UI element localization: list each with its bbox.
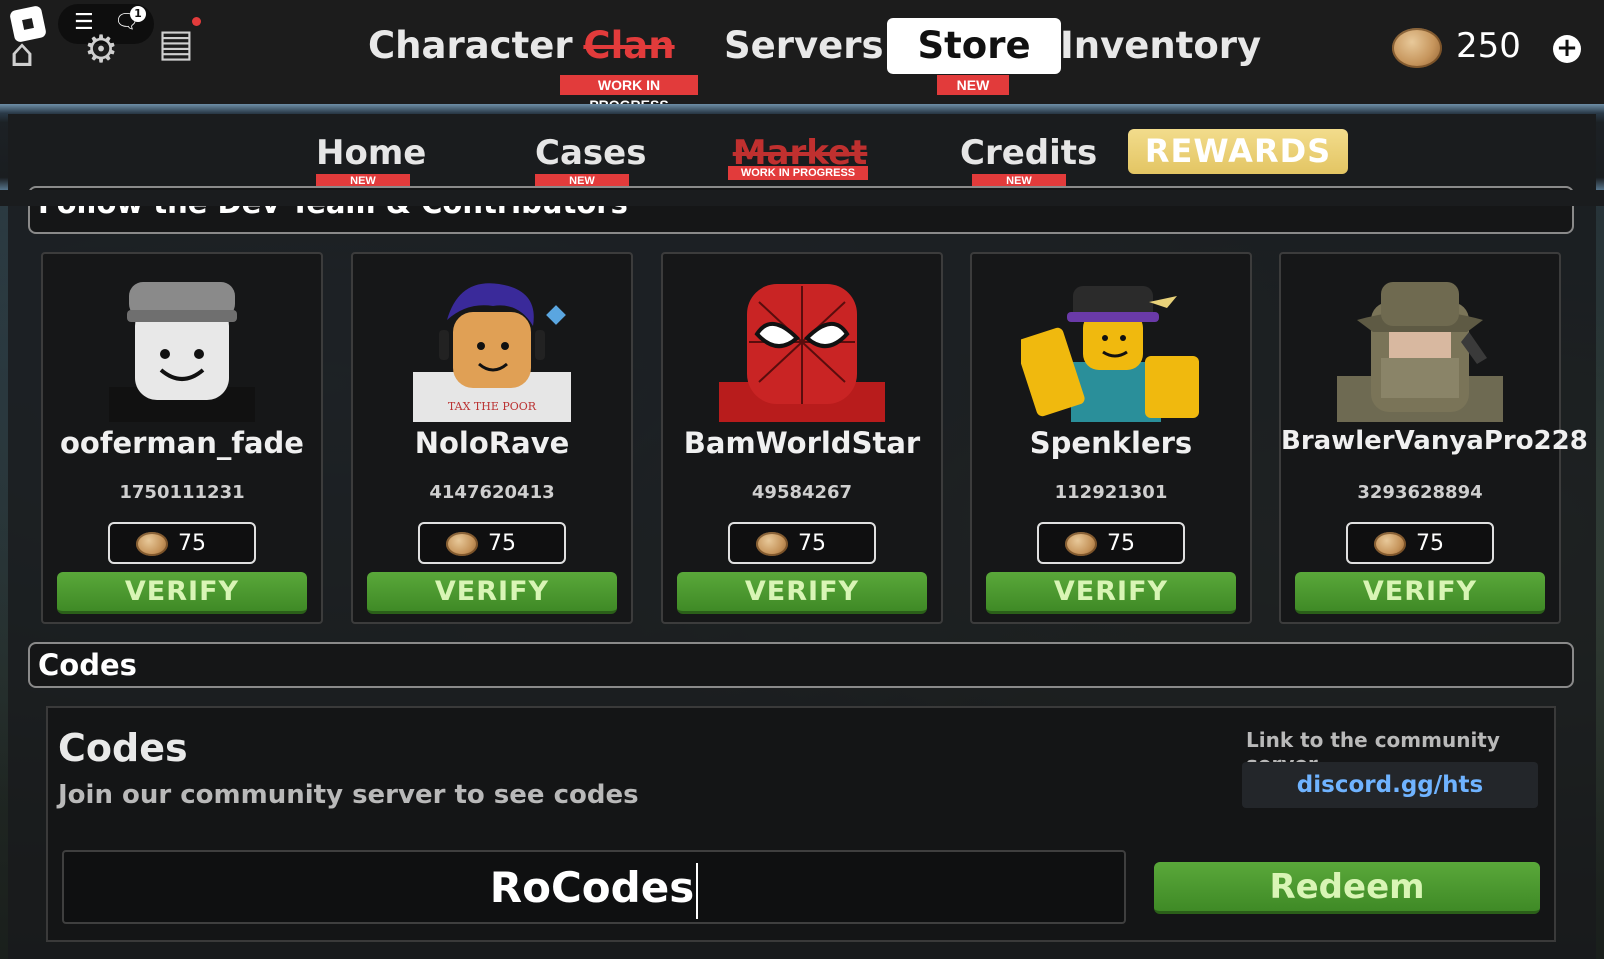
codes-title: Codes <box>58 726 188 770</box>
top-bar: ☰ 🗨 1 ⌂ ⚙ ▤ Character Clan WORK IN PROGR… <box>0 0 1604 113</box>
reward-value: 75 <box>488 531 516 556</box>
code-input-value: RoCodes <box>489 863 695 912</box>
reward-amount: 75 <box>108 522 256 564</box>
reward-amount: 75 <box>418 522 566 564</box>
text-caret <box>696 862 699 919</box>
reward-amount: 75 <box>1037 522 1185 564</box>
code-input[interactable]: RoCodes <box>62 850 1126 924</box>
contributor-card: TAX THE POOR NoloRave 4147620413 75 VERI… <box>351 252 633 624</box>
avatar <box>99 272 265 422</box>
reward-amount: 75 <box>1346 522 1494 564</box>
contributor-card: ooferman_fade 1750111231 75 VERIFY <box>41 252 323 624</box>
verify-button[interactable]: VERIFY <box>367 572 617 614</box>
reward-value: 75 <box>1416 531 1444 556</box>
add-coins-icon[interactable]: + <box>1553 35 1581 63</box>
contributor-name: Spenklers <box>1029 426 1193 460</box>
contributor-id: 1750111231 <box>119 482 245 503</box>
redeem-button[interactable]: Redeem <box>1154 862 1540 914</box>
contributor-card: BamWorldStar 49584267 75 VERIFY <box>661 252 943 624</box>
notification-badge: 1 <box>130 6 146 22</box>
contributor-name: NoloRave <box>414 426 570 460</box>
tab-clan[interactable]: Clan <box>560 18 698 74</box>
gear-icon[interactable]: ⚙ <box>84 30 118 68</box>
community-link[interactable]: discord.gg/hts <box>1242 762 1538 808</box>
subtab-rewards[interactable]: REWARDS <box>1128 129 1348 174</box>
contributor-card: Spenklers 112921301 75 VERIFY <box>970 252 1252 624</box>
notes-icon[interactable]: ▤ <box>158 24 194 62</box>
codes-subtitle: Join our community server to see codes <box>58 780 639 810</box>
contributor-id: 4147620413 <box>429 482 555 503</box>
coin-icon <box>446 532 478 556</box>
reward-value: 75 <box>1107 531 1135 556</box>
svg-text:TAX THE POOR: TAX THE POOR <box>448 400 537 413</box>
home-icon[interactable]: ⌂ <box>10 34 34 72</box>
avatar <box>1337 272 1503 422</box>
reward-amount: 75 <box>728 522 876 564</box>
market-wip-tag: WORK IN PROGRESS <box>728 166 868 180</box>
avatar <box>1021 272 1201 422</box>
reward-value: 75 <box>178 531 206 556</box>
verify-button[interactable]: VERIFY <box>1295 572 1545 614</box>
subtab-cases[interactable]: Cases <box>535 130 646 176</box>
reward-value: 75 <box>798 531 826 556</box>
codes-section-title: Codes <box>38 648 137 682</box>
tab-servers[interactable]: Servers <box>724 18 883 74</box>
coin-icon <box>1065 532 1097 556</box>
codes-section-header: Codes <box>28 642 1574 688</box>
verify-button[interactable]: VERIFY <box>677 572 927 614</box>
contributor-name: BamWorldStar <box>683 426 921 460</box>
verify-button[interactable]: VERIFY <box>57 572 307 614</box>
contributor-id: 49584267 <box>751 482 853 503</box>
coin-icon <box>136 532 168 556</box>
contributor-id: 3293628894 <box>1357 482 1483 503</box>
tab-inventory[interactable]: Inventory <box>1060 18 1261 74</box>
store-new-tag: NEW <box>937 75 1009 95</box>
avatar: TAX THE POOR <box>409 272 575 422</box>
scroll-clip <box>0 190 1604 206</box>
clan-wip-tag: WORK IN PROGRESS <box>560 75 698 113</box>
avatar <box>719 272 885 422</box>
subtab-home[interactable]: Home <box>316 130 426 176</box>
coin-balance: 250 <box>1456 26 1521 66</box>
coin-icon <box>1374 532 1406 556</box>
contributor-card: BrawlerVanyaPro228 3293628894 75 VERIFY <box>1279 252 1588 624</box>
coin-icon <box>756 532 788 556</box>
tab-store[interactable]: Store <box>887 18 1061 74</box>
tab-character[interactable]: Character <box>368 18 573 74</box>
codes-box: Codes Join our community server to see c… <box>46 706 1556 942</box>
contributor-id: 112921301 <box>1054 482 1168 503</box>
coin-icon <box>1392 28 1442 68</box>
contributor-name: BrawlerVanyaPro228 <box>1281 426 1588 456</box>
contributor-name: ooferman_fade <box>60 426 304 460</box>
verify-button[interactable]: VERIFY <box>986 572 1236 614</box>
notes-alert-dot <box>192 17 201 26</box>
subtab-credits[interactable]: Credits <box>960 130 1097 176</box>
